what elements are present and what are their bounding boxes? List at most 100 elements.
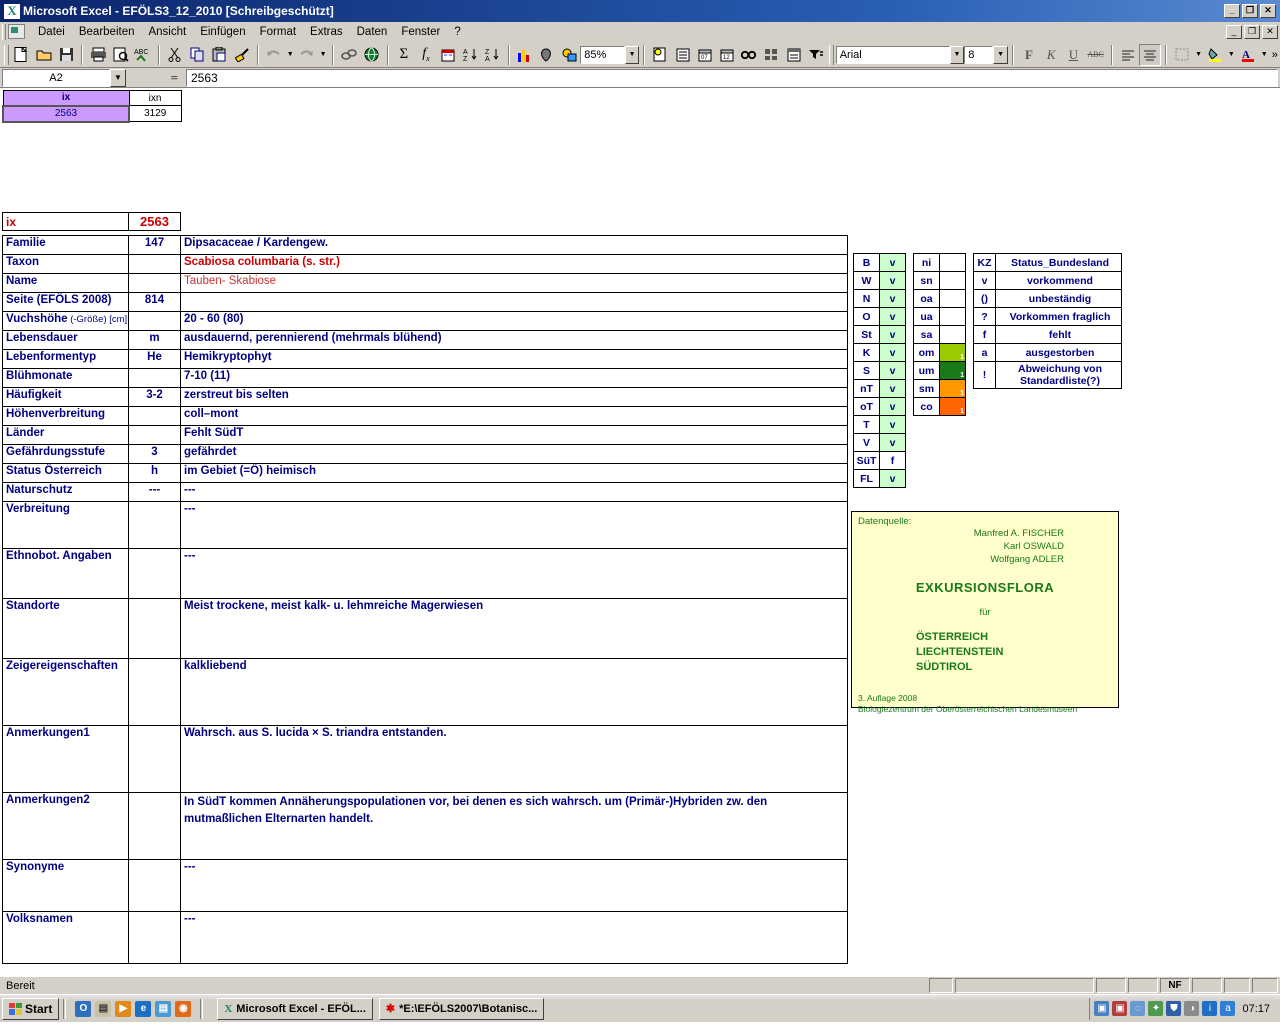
doc-close-button[interactable]: ✕: [1262, 24, 1278, 39]
legend-kz[interactable]: v: [973, 271, 996, 290]
record-label[interactable]: Häufigkeit: [2, 387, 129, 407]
record-value[interactable]: ---: [180, 548, 848, 599]
hyperlink-icon[interactable]: [338, 44, 360, 66]
record-label[interactable]: Anmerkungen1: [2, 725, 129, 793]
record-value[interactable]: Wahrsch. aus S. lucida × S. triandra ent…: [180, 725, 848, 793]
bundesland-row[interactable]: Wv: [853, 271, 906, 290]
restore-button[interactable]: ❐: [1242, 4, 1258, 18]
legend-row[interactable]: ! Abweichung von Standardliste(?): [973, 361, 1122, 389]
region-code[interactable]: sm: [913, 379, 940, 398]
notepad-icon[interactable]: ▤: [95, 1000, 112, 1017]
undo-icon[interactable]: [263, 44, 285, 66]
record-code[interactable]: [128, 273, 181, 293]
info-icon[interactable]: i: [1202, 1001, 1218, 1016]
bundesland-status[interactable]: v: [879, 415, 906, 434]
media-player-icon[interactable]: ▶: [115, 1000, 132, 1017]
taskbar-item-excel[interactable]: X Microsoft Excel - EFÖL...: [217, 997, 373, 1020]
region-value[interactable]: [939, 289, 966, 308]
region-code[interactable]: um: [913, 361, 940, 380]
borders-button[interactable]: [1171, 44, 1193, 66]
status-legend-table[interactable]: KZ Status_Bundesland v vorkommend() unbestän…: [973, 253, 1122, 389]
region-row[interactable]: sa: [913, 325, 966, 344]
bundesland-code[interactable]: V: [853, 433, 880, 452]
shield-icon[interactable]: ⛊: [1166, 1001, 1182, 1016]
region-code[interactable]: om: [913, 343, 940, 362]
record-value[interactable]: im Gebiet (=Ö) heimisch: [180, 463, 848, 483]
record-label[interactable]: Gefährdungsstufe: [2, 444, 129, 464]
font-name-box[interactable]: Arial: [835, 45, 950, 64]
fill-color-dropdown-icon[interactable]: ▼: [1226, 44, 1237, 66]
bundesland-row[interactable]: Nv: [853, 289, 906, 308]
toolbar-grip[interactable]: [4, 44, 9, 65]
italic-button[interactable]: K: [1040, 44, 1062, 66]
legend-row[interactable]: ? Vorkommen fraglich: [973, 307, 1122, 326]
calendar-icon[interactable]: 07: [694, 44, 716, 66]
bundesland-code[interactable]: St: [853, 325, 880, 344]
legend-kz[interactable]: ?: [973, 307, 996, 326]
record-label[interactable]: Blühmonate: [2, 368, 129, 388]
record-code[interactable]: 814: [128, 292, 181, 312]
record-value[interactable]: gefährdet: [180, 444, 848, 464]
record-code[interactable]: [128, 548, 181, 599]
firefox-icon[interactable]: ◉: [175, 1000, 192, 1017]
record-value[interactable]: coll–mont: [180, 406, 848, 426]
menu-grip[interactable]: [2, 23, 6, 40]
legend-row[interactable]: () unbeständig: [973, 289, 1122, 308]
search-icon[interactable]: ◌: [1130, 1001, 1146, 1016]
legend-description[interactable]: Abweichung von Standardliste(?): [995, 361, 1122, 389]
bundesland-status[interactable]: v: [879, 325, 906, 344]
bundesland-row[interactable]: Ov: [853, 307, 906, 326]
redo-dropdown-icon[interactable]: ▼: [318, 44, 329, 66]
bundesland-status[interactable]: v: [879, 271, 906, 290]
record-code[interactable]: 3: [128, 444, 181, 464]
function-wizard-icon[interactable]: fx: [415, 44, 437, 66]
table-row[interactable]: Blühmonate 7-10 (11): [2, 368, 848, 388]
name-box-dropdown-icon[interactable]: ▼: [110, 68, 126, 87]
table-row[interactable]: Lebensdauer m ausdauernd, perennierend (me…: [2, 330, 848, 350]
new-icon[interactable]: [11, 44, 33, 66]
record-code[interactable]: [128, 311, 181, 331]
align-center-button[interactable]: [1138, 43, 1162, 66]
table-row[interactable]: Volksnamen ---: [2, 911, 848, 964]
record-value[interactable]: ---: [180, 859, 848, 912]
open-icon[interactable]: [33, 44, 55, 66]
record-value[interactable]: ausdauernd, perennierend (mehrmals blühe…: [180, 330, 848, 350]
menu-fenster[interactable]: Fenster: [394, 24, 447, 40]
record-value[interactable]: In SüdT kommen Annäherungspopulationen v…: [180, 792, 848, 860]
record-label[interactable]: Verbreitung: [2, 501, 129, 549]
chart-wizard-icon[interactable]: [514, 44, 536, 66]
region-row[interactable]: ua: [913, 307, 966, 326]
table-row[interactable]: Häufigkeit 3-2 zerstreut bis selten: [2, 387, 848, 407]
record-value[interactable]: [180, 292, 848, 312]
paste-icon[interactable]: [208, 44, 230, 66]
legend-kz[interactable]: !: [973, 361, 996, 389]
clock[interactable]: 07:17: [1238, 1003, 1274, 1015]
table-row[interactable]: Taxon Scabiosa columbaria (s. str.): [2, 254, 848, 274]
table-row[interactable]: Ethnobot. Angaben ---: [2, 548, 848, 599]
record-value[interactable]: kalkliebend: [180, 658, 848, 726]
selected-cell-a2[interactable]: 2563: [2, 104, 130, 123]
table-row[interactable]: Länder Fehlt SüdT: [2, 425, 848, 445]
region-value[interactable]: [939, 307, 966, 326]
cut-icon[interactable]: [164, 44, 186, 66]
menu-daten[interactable]: Daten: [350, 24, 395, 40]
menu-bearbeiten[interactable]: Bearbeiten: [72, 24, 142, 40]
region-code[interactable]: sn: [913, 271, 940, 290]
bundesland-status[interactable]: v: [879, 469, 906, 488]
legend-description[interactable]: Vorkommen fraglich: [995, 307, 1122, 326]
menu-help[interactable]: ?: [447, 24, 467, 40]
record-label[interactable]: Taxon: [2, 254, 129, 274]
find-icon[interactable]: [738, 44, 760, 66]
split-window-icon[interactable]: [760, 44, 782, 66]
bundesland-code[interactable]: W: [853, 271, 880, 290]
menu-ansicht[interactable]: Ansicht: [141, 24, 193, 40]
underline-button[interactable]: U: [1062, 44, 1084, 66]
legend-description[interactable]: fehlt: [995, 325, 1122, 344]
volume-icon[interactable]: ◑: [1184, 1001, 1200, 1016]
close-button[interactable]: ✕: [1260, 4, 1276, 18]
redo-icon[interactable]: [296, 44, 318, 66]
record-code[interactable]: [128, 406, 181, 426]
taskbar-item-editor[interactable]: ✱ *E:\EFÖLS2007\Botanisc...: [378, 997, 545, 1020]
region-row[interactable]: sn: [913, 271, 966, 290]
table-row[interactable]: Naturschutz --- ---: [2, 482, 848, 502]
